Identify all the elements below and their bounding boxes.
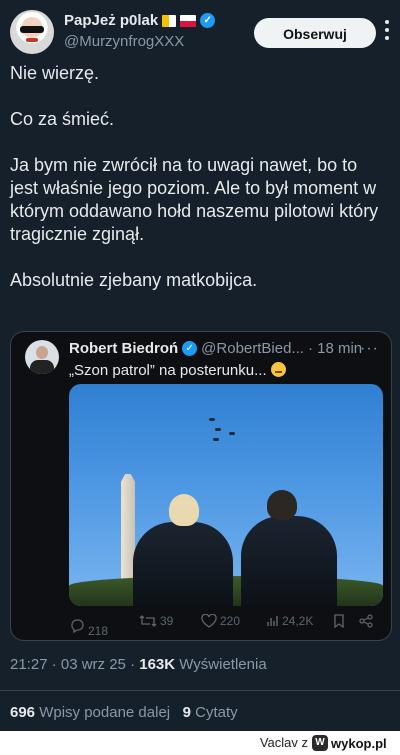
poland-flag-icon [180, 14, 197, 27]
views-count: 24,2K [282, 614, 314, 628]
divider [0, 690, 400, 691]
quoted-tweet-actions: 218 39 220 24,2K [69, 614, 381, 638]
repost-icon [139, 615, 157, 627]
quoted-author-name[interactable]: Robert Biedroń [69, 340, 178, 357]
person-left [133, 522, 233, 606]
bookmark-action[interactable] [333, 614, 345, 628]
quotes-label: Cytaty [195, 704, 238, 721]
views-chart-icon [267, 616, 278, 626]
quoted-tweet-time[interactable]: · 18 min [308, 340, 362, 357]
person-left-head [169, 494, 199, 526]
smirk-emoji-icon [270, 362, 286, 377]
tweet-paragraph: Nie wierzę. [10, 63, 100, 83]
follow-button[interactable]: Obserwuj [254, 18, 376, 48]
more-options-icon[interactable] [382, 20, 392, 44]
reposts-stat[interactable]: 696 Wpisy podane dalej [10, 704, 174, 721]
more-options-icon[interactable]: ··· [360, 340, 379, 358]
quoted-tweet-text: „Szon patrol” na posterunku... [69, 362, 286, 379]
quoted-tweet-photo[interactable] [69, 384, 383, 606]
tweet-paragraph: Ja bym nie zwrócił na to uwagi nawet, bo… [10, 155, 379, 244]
tweet-header: PapJeż p0lak ✓ @MurzynfrogXXX Obserwuj [10, 10, 390, 56]
person-right [241, 516, 337, 606]
vatican-flag-icon [162, 14, 177, 27]
views-label: Wyświetlenia [179, 656, 267, 673]
author-handle[interactable]: @MurzynfrogXXX [64, 33, 184, 50]
repost-count: 39 [160, 614, 174, 628]
jet-icon [213, 438, 219, 441]
reposts-label: Wpisy podane dalej [39, 704, 171, 721]
share-icon [359, 614, 373, 628]
watermark-site: wykop.pl [331, 735, 387, 751]
heart-icon [201, 614, 217, 628]
like-action[interactable]: 220 [201, 614, 240, 628]
person-right-head [267, 490, 297, 520]
quoted-author-avatar[interactable] [25, 340, 59, 374]
author-name[interactable]: PapJeż p0lak [64, 12, 158, 29]
reply-count: 218 [88, 624, 109, 638]
tweet-timestamp[interactable]: 21:27 · 03 wrz 25 · [10, 656, 135, 673]
watermark-bar: Vaclav z W wykop.pl [0, 731, 400, 755]
views-action[interactable]: 24,2K [267, 614, 313, 628]
verified-badge-icon: ✓ [182, 341, 198, 356]
tweet-stats: 696 Wpisy podane dalej 9 Cytaty [10, 704, 238, 721]
watermark-logo: W wykop.pl [312, 734, 394, 752]
reposts-total: 696 [10, 704, 36, 721]
like-count: 220 [220, 614, 241, 628]
bookmark-icon [334, 614, 344, 628]
tweet-meta: 21:27 · 03 wrz 25 · 163K Wyświetlenia [10, 656, 267, 673]
tweet-paragraph: Absolutnie zjebany matkobijca. [10, 270, 258, 290]
author-name-row[interactable]: PapJeż p0lak ✓ [64, 12, 216, 29]
quotes-total: 9 [182, 704, 191, 721]
wykop-logo-icon: W [312, 735, 328, 751]
reply-icon [71, 619, 84, 634]
quoted-author-handle[interactable]: @RobertBied... [201, 340, 304, 357]
avatar-glasses [20, 26, 44, 33]
verified-badge-icon: ✓ [200, 13, 216, 28]
repost-action[interactable]: 39 [139, 614, 173, 628]
quoted-tweet[interactable]: Robert Biedroń ✓ @RobertBied... · 18 min… [10, 331, 392, 641]
jet-icon [229, 432, 235, 435]
tweet-text: Nie wierzę. Co za śmieć. Ja bym nie zwró… [10, 62, 390, 315]
jet-icon [209, 418, 215, 421]
views-total: 163K [139, 656, 176, 673]
reply-action[interactable]: 218 [69, 614, 108, 638]
avatar-mouth [26, 38, 38, 42]
jet-icon [215, 428, 221, 431]
tweet-paragraph: Co za śmieć. [10, 109, 115, 129]
author-avatar[interactable] [10, 10, 54, 54]
watermark-user: Vaclav z [259, 735, 308, 750]
quotes-stat[interactable]: 9 Cytaty [183, 704, 238, 721]
quoted-text: „Szon patrol” na posterunku... [69, 362, 267, 379]
quoted-tweet-header: Robert Biedroń ✓ @RobertBied... · 18 min [69, 340, 381, 357]
share-action[interactable] [359, 614, 373, 628]
